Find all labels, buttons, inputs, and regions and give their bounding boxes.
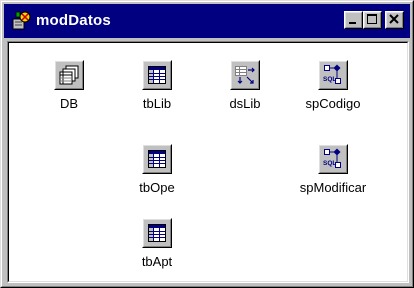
stored-proc-sql-icon: SQL [323,64,341,84]
stored-proc-sql-icon: SQL [323,148,341,168]
component-label: dsLib [229,96,261,111]
component-icon-frame [230,60,260,90]
minimize-icon [349,22,356,24]
component-dslib[interactable]: dsLib [197,60,293,120]
window-title: modDatos [36,12,111,29]
close-button[interactable] [385,11,404,29]
component-tbapt[interactable]: tbApt [109,218,205,278]
component-label: DB [59,96,79,111]
component-tblib[interactable]: tbLib [109,60,205,120]
table-icon [148,224,166,242]
component-icon-frame [142,218,172,248]
datamodule-window: modDatos DB tbLib dsLib SQL spCodigo tbO… [0,0,414,288]
table-icon [148,150,166,168]
database-icon [59,65,79,85]
minimize-button[interactable] [344,11,363,29]
maximize-icon [367,14,377,24]
datasource-icon [235,66,255,84]
component-icon-frame [142,144,172,174]
component-icon-frame: SQL [318,144,348,174]
maximize-button[interactable] [363,11,382,29]
component-label: tbLib [142,96,172,111]
svg-text:SQL: SQL [323,160,336,167]
component-spcodigo[interactable]: SQL spCodigo [285,60,381,120]
svg-text:SQL: SQL [323,76,336,83]
component-label: tbApt [141,254,173,269]
component-icon-frame [142,60,172,90]
component-db[interactable]: DB [21,60,117,120]
close-icon [389,14,399,24]
component-icon-frame [54,60,84,90]
component-label: spCodigo [305,96,361,111]
component-tbope[interactable]: tbOpe [109,144,205,204]
component-icon-frame: SQL [318,60,348,90]
title-bar[interactable]: modDatos [4,4,410,38]
datamodule-client-area[interactable]: DB tbLib dsLib SQL spCodigo tbOpe SQL sp… [7,41,409,283]
component-spmodificar[interactable]: SQL spModificar [285,144,381,204]
table-icon [148,66,166,84]
component-label: spModificar [299,180,367,195]
delphi-datamodule-icon [12,11,31,30]
component-label: tbOpe [139,180,175,195]
